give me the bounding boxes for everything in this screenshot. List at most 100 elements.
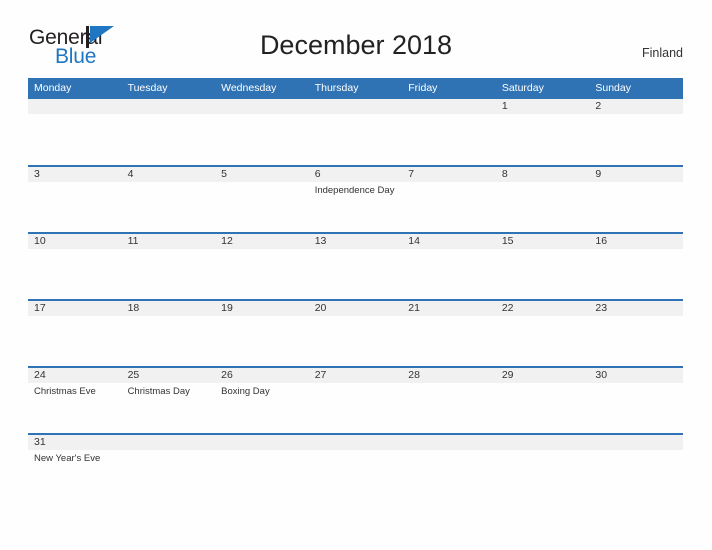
calendar-day-cell[interactable]: 25 Christmas Day	[121, 367, 216, 434]
day-number: 20	[308, 301, 403, 316]
day-number	[402, 99, 496, 114]
calendar-day-cell[interactable]: 10	[28, 233, 122, 300]
calendar-week-row: 10 11 12 13 14 15 16	[28, 233, 683, 300]
calendar-day-cell[interactable]: 7	[402, 166, 496, 233]
day-number	[308, 435, 403, 450]
weekday-header-friday: Friday	[402, 78, 496, 99]
holiday-event-label: Christmas Day	[127, 386, 190, 397]
calendar-day-cell[interactable]: 5	[215, 166, 309, 233]
day-cell-inner: 11	[121, 234, 216, 299]
calendar-day-cell[interactable]: 15	[495, 233, 590, 300]
calendar-day-cell[interactable]: 21	[402, 300, 496, 367]
weekday-header-monday: Monday	[28, 78, 122, 99]
calendar-day-cell[interactable]: 29	[495, 367, 590, 434]
day-cell-inner: 30	[589, 368, 683, 433]
weekday-header-saturday: Saturday	[495, 78, 590, 99]
calendar-day-cell[interactable]: 26 Boxing Day	[215, 367, 309, 434]
day-number: 15	[495, 234, 590, 249]
calendar-week-row: 3 4 5 6 Independence Day 7 8 9	[28, 166, 683, 233]
calendar-day-cell[interactable]: 6 Independence Day	[308, 166, 403, 233]
month-calendar-table: Monday Tuesday Wednesday Thursday Friday…	[28, 78, 683, 478]
calendar-day-cell[interactable]: 24 Christmas Eve	[28, 367, 122, 434]
day-cell-inner: 3	[28, 167, 122, 232]
calendar-empty-cell	[402, 99, 496, 166]
day-number: 29	[495, 368, 590, 383]
day-cell-inner: 19	[215, 301, 309, 366]
calendar-day-cell[interactable]: 2	[589, 99, 683, 166]
calendar-day-cell[interactable]: 30	[589, 367, 683, 434]
calendar-week-row: 12	[28, 99, 683, 166]
calendar-week-row: 31 New Year's Eve	[28, 434, 683, 478]
calendar-day-cell[interactable]: 16	[589, 233, 683, 300]
day-cell-inner: 24 Christmas Eve	[28, 368, 122, 433]
calendar-empty-cell	[402, 434, 496, 478]
day-cell-inner: 2	[589, 99, 683, 165]
day-number: 5	[215, 167, 309, 182]
holiday-event-label: Independence Day	[314, 185, 395, 196]
day-cell-inner	[402, 435, 496, 478]
calendar-day-cell[interactable]: 23	[589, 300, 683, 367]
holiday-event-label: Boxing Day	[221, 386, 270, 397]
day-cell-inner: 14	[402, 234, 496, 299]
calendar-day-cell[interactable]: 1	[495, 99, 590, 166]
day-number: 2	[589, 99, 683, 114]
calendar-day-cell[interactable]: 19	[215, 300, 309, 367]
calendar-day-cell[interactable]: 3	[28, 166, 122, 233]
calendar-week-row: 17 18 19 20 21 22 23	[28, 300, 683, 367]
calendar-day-cell[interactable]: 27	[308, 367, 403, 434]
calendar-body: 1 2 3 4 5 6 Independence Day 7 8 9 10 11 12 13 14 15 16 1…	[28, 99, 683, 478]
calendar-day-cell[interactable]: 11	[121, 233, 216, 300]
day-number: 7	[402, 167, 496, 182]
day-number: 13	[308, 234, 403, 249]
page-header: General Blue December 2018 Finland	[0, 0, 712, 67]
calendar-day-cell[interactable]: 13	[308, 233, 403, 300]
day-number: 4	[121, 167, 216, 182]
calendar-day-cell[interactable]: 12	[215, 233, 309, 300]
day-number: 19	[215, 301, 309, 316]
day-number: 24	[28, 368, 122, 383]
calendar-empty-cell	[308, 99, 403, 166]
calendar-empty-cell	[121, 434, 216, 478]
day-cell-inner: 1	[495, 99, 590, 165]
day-number: 11	[121, 234, 216, 249]
calendar-day-cell[interactable]: 18	[121, 300, 216, 367]
day-number: 14	[402, 234, 496, 249]
calendar-day-cell[interactable]: 17	[28, 300, 122, 367]
day-number	[28, 99, 122, 114]
weekday-header-sunday: Sunday	[589, 78, 683, 99]
day-number	[121, 99, 216, 114]
day-cell-inner: 12	[215, 234, 309, 299]
day-cell-inner: 28	[402, 368, 496, 433]
day-number: 10	[28, 234, 122, 249]
day-number: 3	[28, 167, 122, 182]
calendar-day-cell[interactable]: 14	[402, 233, 496, 300]
day-number: 18	[121, 301, 216, 316]
day-cell-inner: 17	[28, 301, 122, 366]
calendar-empty-cell	[308, 434, 403, 478]
calendar-day-cell[interactable]: 22	[495, 300, 590, 367]
day-number: 8	[495, 167, 590, 182]
calendar-day-cell[interactable]: 20	[308, 300, 403, 367]
day-cell-inner	[215, 99, 309, 165]
day-cell-inner: 23	[589, 301, 683, 366]
page-title: December 2018	[259, 30, 453, 60]
calendar-day-cell[interactable]: 4	[121, 166, 216, 233]
day-cell-inner	[495, 435, 590, 478]
day-cell-inner: 13	[308, 234, 403, 299]
calendar-day-cell[interactable]: 31 New Year's Eve	[28, 434, 122, 478]
weekday-header-tuesday: Tuesday	[121, 78, 216, 99]
calendar-day-cell[interactable]: 8	[495, 166, 590, 233]
calendar-empty-cell	[215, 434, 309, 478]
holiday-event-label: Christmas Eve	[34, 386, 96, 397]
calendar-day-cell[interactable]: 28	[402, 367, 496, 434]
day-cell-inner	[121, 99, 216, 165]
day-cell-inner: 5	[215, 167, 309, 232]
calendar-empty-cell	[495, 434, 590, 478]
calendar-day-cell[interactable]: 9	[589, 166, 683, 233]
day-cell-inner: 22	[495, 301, 590, 366]
day-cell-inner: 7	[402, 167, 496, 232]
day-cell-inner: 21	[402, 301, 496, 366]
day-number	[215, 99, 309, 114]
day-number: 21	[402, 301, 496, 316]
day-number: 25	[121, 368, 216, 383]
